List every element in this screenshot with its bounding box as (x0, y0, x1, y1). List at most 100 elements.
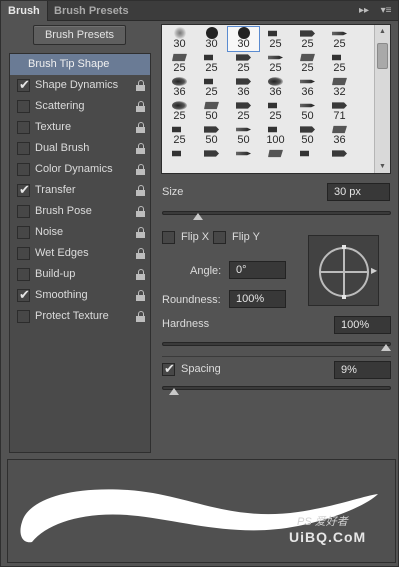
brush-tip[interactable]: 25 (260, 51, 291, 75)
brush-tip[interactable]: 30 (227, 26, 260, 52)
lock-icon[interactable] (136, 185, 145, 196)
brush-tip[interactable]: 36 (324, 123, 355, 147)
roundness-handle-bottom[interactable] (342, 295, 346, 299)
panel-menu-icon[interactable]: ▾≡ (377, 4, 395, 18)
lock-icon[interactable] (136, 248, 145, 259)
brush-tip[interactable]: 25 (324, 27, 355, 51)
option-brush-pose[interactable]: Brush Pose (10, 201, 150, 222)
scroll-thumb[interactable] (377, 43, 388, 69)
option-shape-dynamics[interactable]: ✔ Shape Dynamics (10, 75, 150, 96)
brush-tip[interactable]: 25 (196, 51, 227, 75)
angle-arrow-icon[interactable]: ▶ (371, 266, 377, 275)
option-checkbox[interactable]: ✔ (17, 77, 30, 92)
brush-tip[interactable]: 25 (228, 99, 259, 123)
lock-icon[interactable] (136, 311, 145, 322)
option-transfer[interactable]: ✔ Transfer (10, 180, 150, 201)
brush-tip[interactable]: 50 (196, 123, 227, 147)
option-checkbox[interactable] (17, 205, 30, 218)
brush-tip[interactable] (260, 147, 291, 171)
option-checkbox[interactable] (17, 100, 30, 113)
lock-icon[interactable] (136, 206, 145, 217)
spacing-slider-thumb[interactable] (168, 388, 179, 395)
brush-tip[interactable]: 25 (292, 51, 323, 75)
brush-tip[interactable]: 50 (196, 99, 227, 123)
scroll-down-icon[interactable]: ▼ (379, 163, 386, 170)
flip-y-checkbox[interactable] (213, 231, 226, 244)
brush-tip[interactable]: 30 (196, 27, 227, 51)
hardness-slider-thumb[interactable] (381, 344, 391, 351)
brush-tip[interactable] (324, 147, 355, 171)
size-field[interactable]: 30 px (327, 183, 390, 201)
brush-tip[interactable]: 100 (260, 123, 291, 147)
option-checkbox[interactable] (17, 247, 30, 260)
brush-tip[interactable]: 50 (228, 123, 259, 147)
brush-tip[interactable]: 36 (164, 75, 195, 99)
brush-tip[interactable] (228, 147, 259, 171)
brush-tip[interactable]: 25 (164, 99, 195, 123)
option-checkbox[interactable] (17, 226, 30, 239)
lock-icon[interactable] (136, 101, 145, 112)
option-checkbox[interactable] (17, 163, 30, 176)
brush-tip[interactable]: 25 (228, 51, 259, 75)
brush-tip[interactable]: 36 (228, 75, 259, 99)
lock-icon[interactable] (136, 143, 145, 154)
brush-tip[interactable]: 36 (260, 75, 291, 99)
option-wet-edges[interactable]: Wet Edges (10, 243, 150, 264)
brush-presets-button[interactable]: Brush Presets (33, 25, 126, 45)
tip-grid-scrollbar[interactable]: ▲ ▼ (374, 25, 390, 173)
brush-tip[interactable]: 25 (164, 51, 195, 75)
hardness-field[interactable]: 100% (334, 316, 391, 334)
brush-tip[interactable]: 50 (292, 123, 323, 147)
size-slider-thumb[interactable] (192, 213, 203, 220)
lock-icon[interactable] (136, 290, 145, 301)
brush-tip[interactable]: 50 (292, 99, 323, 123)
brush-tip[interactable]: 25 (164, 123, 195, 147)
tab-brush[interactable]: Brush (1, 1, 48, 21)
brush-tip[interactable]: 71 (324, 99, 355, 123)
brush-tip[interactable] (164, 147, 195, 171)
brush-tip[interactable] (196, 147, 227, 171)
option-noise[interactable]: Noise (10, 222, 150, 243)
option-protect-texture[interactable]: Protect Texture (10, 306, 150, 327)
roundness-field[interactable]: 100% (229, 290, 286, 308)
checkmark-icon: ✔ (19, 287, 30, 302)
angle-field[interactable]: 0° (229, 261, 286, 279)
option-checkbox[interactable]: ✔ (17, 182, 30, 197)
brush-tip[interactable]: 25 (260, 99, 291, 123)
double-chevron-right-icon[interactable]: ▸▸ (357, 4, 371, 18)
tab-brush-presets[interactable]: Brush Presets (47, 1, 136, 21)
lock-icon[interactable] (136, 80, 145, 91)
lock-icon[interactable] (136, 227, 145, 238)
roundness-handle-top[interactable] (342, 245, 346, 249)
brush-tip[interactable]: 25 (324, 51, 355, 75)
option-scattering[interactable]: Scattering (10, 96, 150, 117)
lock-icon[interactable] (136, 164, 145, 175)
scroll-up-icon[interactable]: ▲ (379, 28, 386, 35)
option-smoothing[interactable]: ✔ Smoothing (10, 285, 150, 306)
option-checkbox[interactable] (17, 142, 30, 155)
option-dual-brush[interactable]: Dual Brush (10, 138, 150, 159)
option-build-up[interactable]: Build-up (10, 264, 150, 285)
hardness-slider[interactable] (162, 342, 391, 346)
brush-tip[interactable]: 25 (196, 75, 227, 99)
spacing-checkbox[interactable]: ✔ (162, 361, 175, 376)
option-checkbox[interactable] (17, 310, 30, 323)
lock-icon[interactable] (136, 269, 145, 280)
brush-tip[interactable]: 25 (260, 27, 291, 51)
option-brush-tip-shape[interactable]: Brush Tip Shape (10, 54, 150, 75)
brush-tip[interactable]: 30 (164, 27, 195, 51)
brush-tip[interactable]: 25 (292, 27, 323, 51)
spacing-slider[interactable] (162, 386, 391, 390)
option-checkbox[interactable] (17, 268, 30, 281)
option-checkbox[interactable]: ✔ (17, 287, 30, 302)
lock-icon[interactable] (136, 122, 145, 133)
brush-tip[interactable]: 36 (292, 75, 323, 99)
spacing-field[interactable]: 9% (334, 361, 391, 379)
flip-x-checkbox[interactable] (162, 231, 175, 244)
brush-tip[interactable] (292, 147, 323, 171)
brush-tip[interactable]: 32 (324, 75, 355, 99)
option-color-dynamics[interactable]: Color Dynamics (10, 159, 150, 180)
option-texture[interactable]: Texture (10, 117, 150, 138)
option-checkbox[interactable] (17, 121, 30, 134)
angle-roundness-widget[interactable]: ▶ (308, 235, 379, 306)
